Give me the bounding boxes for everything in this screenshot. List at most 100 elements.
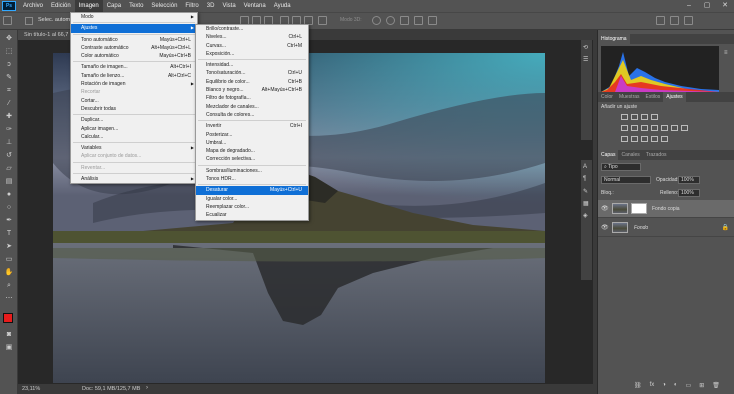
new-group-icon[interactable]: ▭ (686, 382, 692, 389)
menu-archivo[interactable]: Archivo (19, 0, 47, 12)
scale-3d-icon[interactable] (428, 16, 437, 25)
menu-seleccion[interactable]: Selección (147, 0, 181, 12)
layer-row[interactable]: 👁 Fondo 🔒 (598, 219, 734, 237)
menu-item-tamano-de-lienzo[interactable]: Tamaño de lienzo... Alt+Ctrl+C (71, 72, 197, 80)
menu-item-modo[interactable]: Modo ▶ (71, 13, 197, 21)
menu-texto[interactable]: Texto (125, 0, 147, 12)
panel-menu-icon[interactable]: ≡ (724, 50, 728, 56)
menu-item-tono-saturacion[interactable]: Tono/saturación... Ctrl+U (196, 69, 308, 77)
roll-3d-icon[interactable] (386, 16, 395, 25)
libraries-icon[interactable]: ▦ (583, 200, 589, 207)
close-icon[interactable]: ✕ (716, 0, 734, 12)
clone-stamp-tool-icon[interactable]: ⊥ (4, 138, 14, 147)
more-tools-icon[interactable]: ⋯ (4, 294, 14, 303)
menu-item-brillo-contraste[interactable]: Brillo/contraste... (196, 25, 308, 33)
lock-icon[interactable]: 🔒 (722, 224, 729, 231)
tab-canales[interactable]: Canales (618, 150, 642, 160)
workspace-icon[interactable] (670, 16, 679, 25)
menu-item-correccion-selectiva[interactable]: Corrección selectiva... (196, 155, 308, 163)
menu-ayuda[interactable]: Ayuda (270, 0, 295, 12)
menu-item-blanco-y-negro[interactable]: Blanco y negro... Alt+Mayús+Ctrl+B (196, 86, 308, 94)
menu-item-equilibrio-de-color[interactable]: Equilibrio de color... Ctrl+B (196, 78, 308, 86)
menu-item-calcular[interactable]: Calcular... (71, 133, 197, 141)
distribute-horizontal-icon[interactable] (318, 16, 327, 25)
quick-select-tool-icon[interactable]: ✎ (4, 73, 14, 82)
gradient-map-icon[interactable] (651, 136, 658, 142)
status-arrow-icon[interactable]: › (146, 385, 148, 391)
fill-input[interactable]: 100% (678, 189, 700, 197)
menu-item-ecualizar[interactable]: Ecualizar (196, 211, 308, 219)
brush-tool-icon[interactable]: ✑ (4, 125, 14, 134)
history-brush-tool-icon[interactable]: ↺ (4, 151, 14, 160)
hand-tool-icon[interactable]: ✋ (4, 268, 14, 277)
menu-item-aplicar-imagen[interactable]: Aplicar imagen... (71, 125, 197, 133)
menu-item-color-automatico[interactable]: Color automático Mayús+Ctrl+B (71, 52, 197, 60)
gradient-tool-icon[interactable]: ▤ (4, 177, 14, 186)
path-selection-tool-icon[interactable]: ➤ (4, 242, 14, 251)
hue-saturation-icon[interactable] (631, 125, 638, 131)
menu-item-tamano-de-imagen[interactable]: Tamaño de imagen... Alt+Ctrl+I (71, 63, 197, 71)
crop-tool-icon[interactable]: ⌗ (4, 86, 14, 95)
eyedropper-tool-icon[interactable]: ⁄ (4, 99, 14, 108)
share-icon[interactable] (684, 16, 693, 25)
tab-trazados[interactable]: Trazados (643, 150, 670, 160)
new-layer-icon[interactable]: ⊞ (699, 382, 704, 389)
rectangle-tool-icon[interactable]: ▭ (4, 255, 14, 264)
menu-item-igualar-color[interactable]: Igualar color... (196, 195, 308, 203)
menu-item-duplicar[interactable]: Duplicar... (71, 116, 197, 124)
invert-icon[interactable] (621, 136, 628, 142)
layer-filter-select[interactable]: ⌕ Tipo (601, 163, 641, 171)
menu-item-invertir[interactable]: Invertir Ctrl+I (196, 122, 308, 130)
posterize-icon[interactable] (631, 136, 638, 142)
maximize-icon[interactable]: ▢ (698, 0, 716, 12)
menu-ventana[interactable]: Ventana (240, 0, 270, 12)
color-balance-icon[interactable] (641, 125, 648, 131)
marquee-tool-icon[interactable]: ⬚ (4, 47, 14, 56)
slide-3d-icon[interactable] (414, 16, 423, 25)
move-tool-icon[interactable]: ✥ (4, 34, 14, 43)
minimize-icon[interactable]: – (680, 0, 698, 12)
pen-tool-icon[interactable]: ✒ (4, 216, 14, 225)
menu-item-variables[interactable]: Variables ▶ (71, 144, 197, 152)
menu-imagen[interactable]: Imagen (74, 0, 103, 12)
zoom-tool-icon[interactable]: ⌕ (4, 281, 14, 290)
menu-item-rotacion-de-imagen[interactable]: Rotación de imagen ▶ (71, 80, 197, 88)
menu-item-exposicion[interactable]: Exposición... (196, 50, 308, 58)
tab-estilos[interactable]: Estilos (643, 92, 664, 102)
color-lookup-icon[interactable] (681, 125, 688, 131)
tab-histogram[interactable]: Histograma (598, 34, 630, 44)
brush-settings-icon[interactable]: ✎ (583, 188, 588, 195)
document-tab[interactable]: Sin título-1 al 66,7 (18, 30, 75, 40)
type-tool-icon[interactable]: T (4, 229, 14, 238)
menu-item-cortar[interactable]: Cortar... (71, 97, 197, 105)
vibrance-icon[interactable] (621, 125, 628, 131)
move-tool-icon[interactable] (3, 16, 12, 25)
menu-item-tonos-hdr[interactable]: Tonos HDR... (196, 175, 308, 183)
menu-item-descubrir-todas[interactable]: Descubrir todas (71, 105, 197, 113)
visibility-eye-icon[interactable]: 👁 (601, 224, 609, 231)
foreground-color-swatch[interactable] (3, 313, 13, 323)
menu-capa[interactable]: Capa (103, 0, 125, 12)
healing-brush-tool-icon[interactable]: ✚ (4, 112, 14, 121)
menu-edicion[interactable]: Edición (47, 0, 75, 12)
properties-icon[interactable]: ☰ (583, 56, 588, 63)
quick-mask-icon[interactable]: ◙ (4, 330, 14, 339)
menu-item-consulta-de-colores[interactable]: Consulta de colores... (196, 111, 308, 119)
zoom-level[interactable]: 23,11% (22, 386, 40, 392)
add-mask-icon[interactable]: ◑ (662, 382, 666, 389)
orbit-3d-icon[interactable] (372, 16, 381, 25)
search-icon[interactable] (656, 16, 665, 25)
menu-item-tono-automatico[interactable]: Tono automático Mayús+Ctrl+L (71, 36, 197, 44)
tab-color[interactable]: Color (598, 92, 616, 102)
new-fill-layer-icon[interactable]: ◐ (674, 382, 678, 389)
lasso-tool-icon[interactable]: ↄ (4, 60, 14, 69)
menu-item-niveles[interactable]: Niveles... Ctrl+L (196, 33, 308, 41)
menu-item-curvas[interactable]: Curvas... Ctrl+M (196, 42, 308, 50)
menu-item-sombras-iluminaciones[interactable]: Sombras/iluminaciones... (196, 167, 308, 175)
menu-vista[interactable]: Vista (218, 0, 239, 12)
levels-icon[interactable] (631, 114, 638, 120)
tab-muestras[interactable]: Muestras (616, 92, 643, 102)
exposure-icon[interactable] (651, 114, 658, 120)
selective-color-icon[interactable] (661, 136, 668, 142)
menu-item-ajustes[interactable]: Ajustes ▶ (71, 24, 197, 33)
